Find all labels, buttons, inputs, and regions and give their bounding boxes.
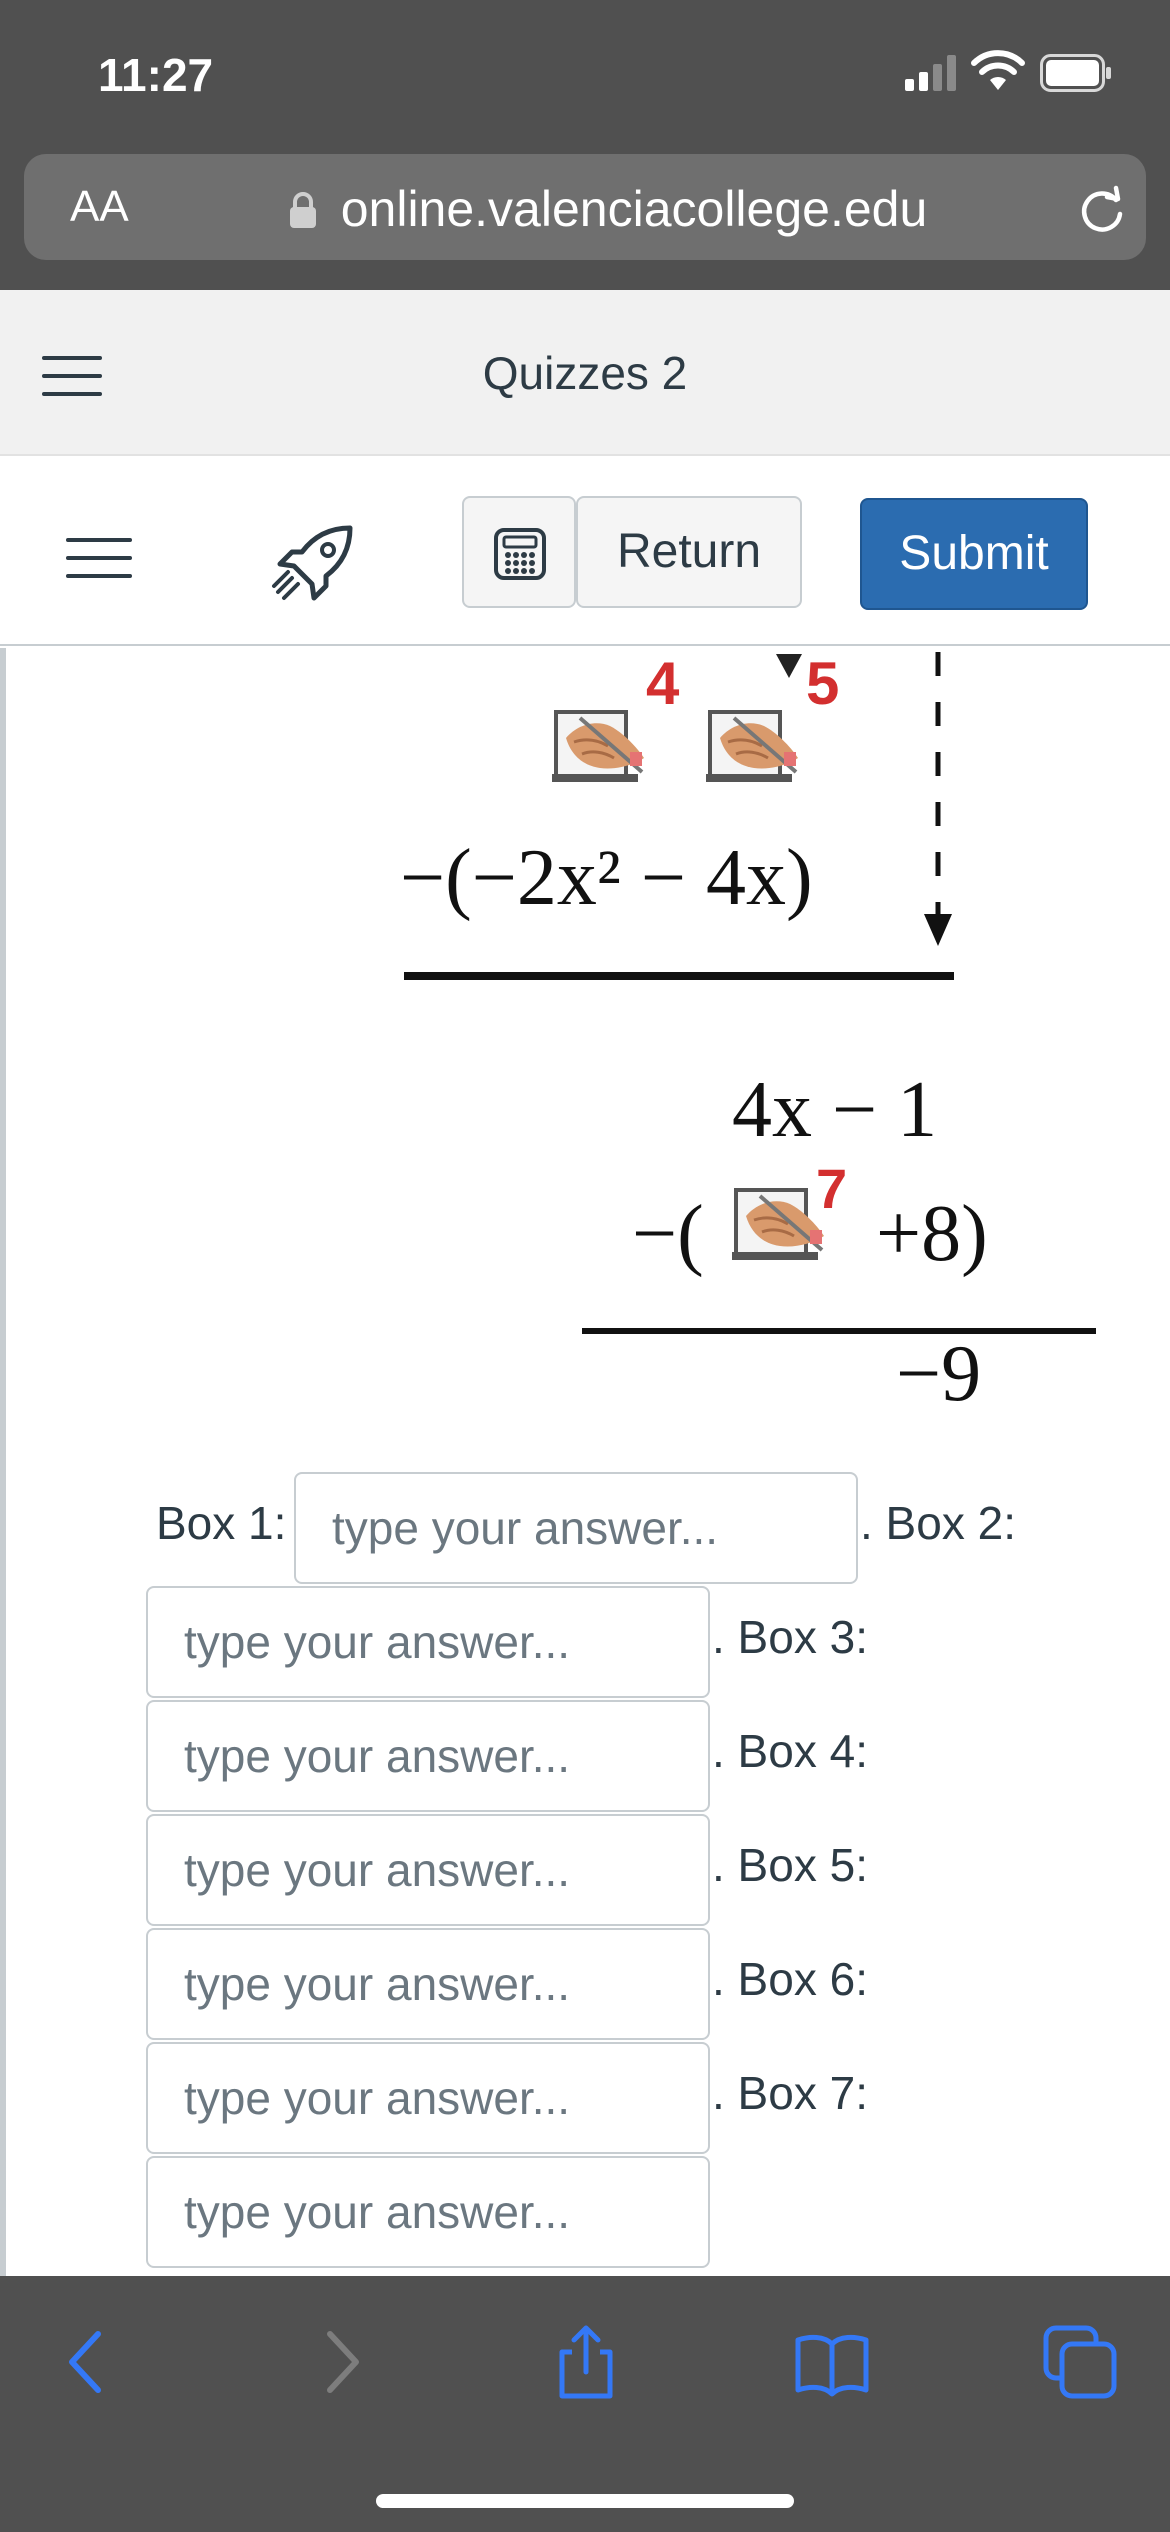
box-5-label: . Box 5: xyxy=(712,1839,868,1891)
box-1-label: Box 1: xyxy=(156,1497,287,1549)
pencil-input-4-icon xyxy=(550,710,646,784)
tabs-icon[interactable] xyxy=(1042,2324,1118,2400)
box-6-input[interactable] xyxy=(146,2042,710,2154)
wifi-icon xyxy=(971,50,1025,90)
status-bar: 11:27 xyxy=(0,0,1170,150)
content-left-border xyxy=(0,648,6,2276)
cellular-signal-icon xyxy=(905,55,956,91)
box-2-label: . Box 2: xyxy=(860,1497,1016,1549)
remainder: −9 xyxy=(896,1330,981,1418)
marker-4: 4 xyxy=(646,650,680,717)
quiz-menu-hamburger-icon[interactable] xyxy=(66,538,132,578)
home-indicator xyxy=(376,2494,794,2508)
box-2-input[interactable] xyxy=(146,1586,710,1698)
division-line-3-suffix: +8) xyxy=(876,1190,988,1278)
division-line-3-prefix: −( xyxy=(632,1190,704,1278)
box-4-input[interactable] xyxy=(146,1814,710,1926)
url-text[interactable]: online.valenciacollege.edu xyxy=(314,180,954,238)
box-3-label: . Box 3: xyxy=(712,1611,868,1663)
reload-icon[interactable] xyxy=(1076,184,1128,236)
box-6-label: . Box 6: xyxy=(712,1953,868,2005)
marker-5: 5 xyxy=(806,650,839,717)
text-size-button[interactable]: AA xyxy=(70,182,129,232)
browser-bottom-toolbar xyxy=(0,2276,1170,2532)
back-chevron-icon[interactable] xyxy=(50,2324,126,2400)
box-7-label: . Box 7: xyxy=(712,2067,868,2119)
rocket-icon[interactable] xyxy=(270,522,356,608)
share-icon[interactable] xyxy=(548,2324,624,2400)
pencil-input-7-icon xyxy=(730,1188,826,1262)
calculator-icon xyxy=(494,528,546,580)
calculator-button[interactable] xyxy=(462,496,576,608)
forward-chevron-icon[interactable] xyxy=(302,2324,378,2400)
quiz-toolbar: Return Submit xyxy=(0,456,1170,646)
division-line-1: −(−2x² − 4x) xyxy=(400,834,813,922)
long-division-figure: 4 5 −(−2x² − 4x) 4x − 1 −( 7 +8) −9 xyxy=(400,650,1096,1418)
course-header: Quizzes 2 xyxy=(0,290,1170,456)
pencil-input-5-icon xyxy=(704,710,800,784)
bookmarks-icon[interactable] xyxy=(794,2324,870,2400)
return-button[interactable]: Return xyxy=(576,496,802,608)
down-arrow-marker xyxy=(776,654,802,678)
box-5-input[interactable] xyxy=(146,1928,710,2040)
marker-7: 7 xyxy=(816,1157,847,1220)
box-4-label: . Box 4: xyxy=(712,1725,868,1777)
address-bar[interactable]: AA online.valenciacollege.edu xyxy=(24,154,1146,260)
quiz-content: 4 5 −(−2x² − 4x) 4x − 1 −( 7 +8) −9 Box … xyxy=(0,648,1170,2276)
battery-icon xyxy=(1040,54,1111,92)
division-line-2: 4x − 1 xyxy=(732,1066,937,1154)
browser-address-area: AA online.valenciacollege.edu xyxy=(0,150,1170,290)
status-time: 11:27 xyxy=(98,49,214,101)
submit-button[interactable]: Submit xyxy=(860,498,1088,610)
box-3-input[interactable] xyxy=(146,1700,710,1812)
page-title: Quizzes 2 xyxy=(482,347,688,399)
box-7-input[interactable] xyxy=(146,2156,710,2268)
box-1-input[interactable] xyxy=(294,1472,858,1584)
